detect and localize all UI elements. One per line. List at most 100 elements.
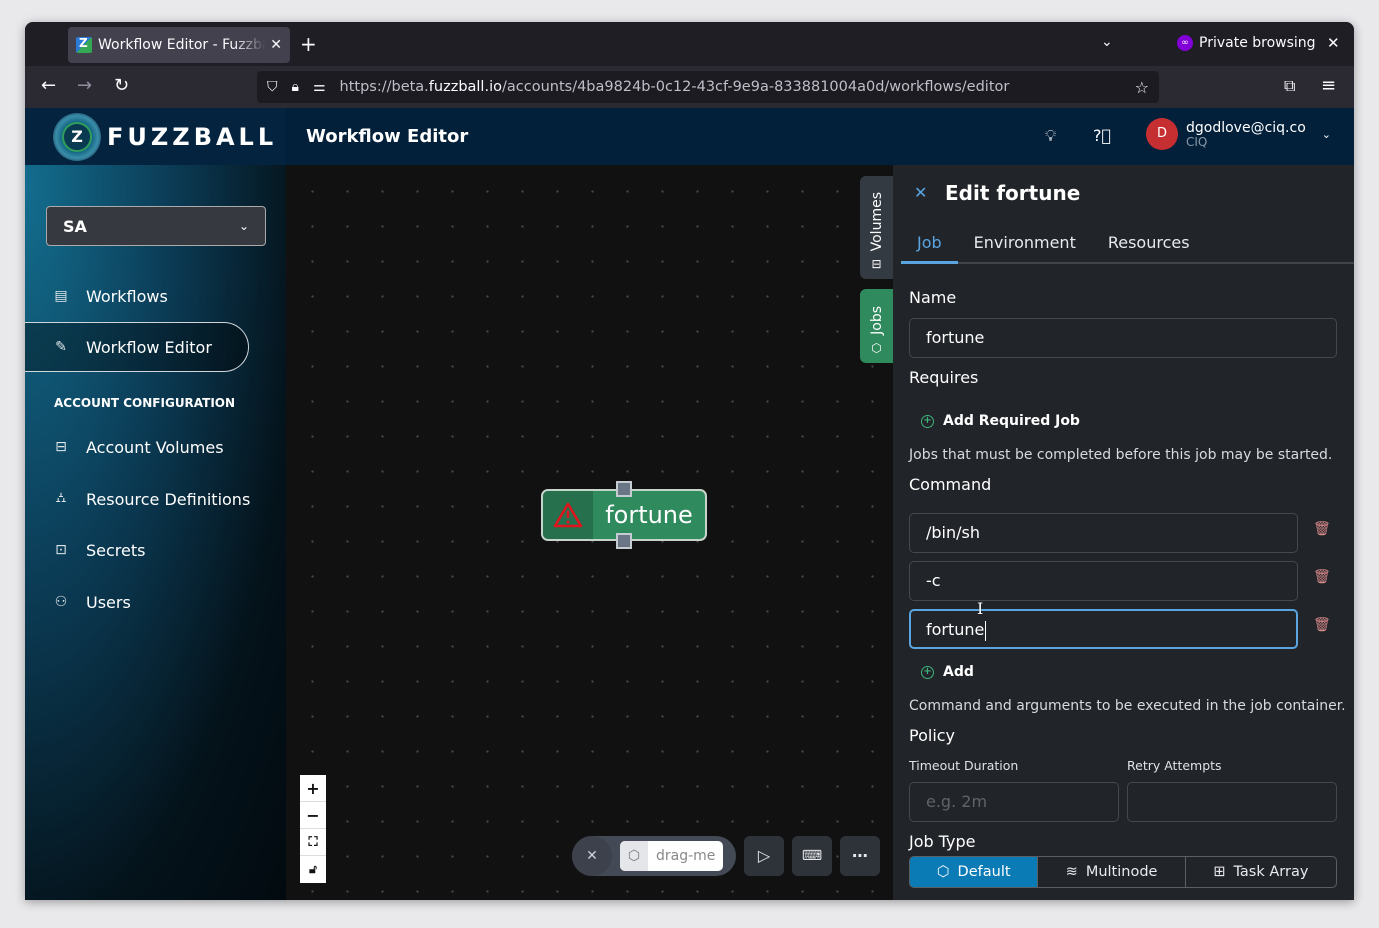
workflow-canvas[interactable]: fortune + − ⛶ 🔓︎ ✕ ⬡ drag-me ▷ ⌨ ⋯ Volum… [286,165,893,900]
trash-icon[interactable]: 🗑︎ [1313,569,1331,585]
edit-job-panel: ✕ Edit fortune Job Environment Resources… [893,165,1354,900]
chevron-down-icon: ⌄ [1321,127,1331,141]
job-type-default[interactable]: ⬡ Default [910,857,1039,887]
shield-icon[interactable]: ⛉ [267,79,278,95]
drag-me-node[interactable]: ⬡ drag-me [620,841,724,871]
private-browsing-label: Private browsing [1199,35,1316,51]
sidebar-item-workflows[interactable]: ▤ Workflows [25,271,167,321]
section-title-account-configuration: ACCOUNT CONFIGURATION [54,396,236,410]
sidebar: Z FUZZBALL SA ⌄ ▤ Workflows ✎ Workflow E… [25,108,286,900]
retry-attempts-input[interactable]: ▲ ▼ [1127,782,1337,822]
tab-list-chevron-down-icon[interactable]: ⌄ [1101,34,1113,50]
tab-close-icon[interactable]: ✕ [270,37,282,53]
command-arg-input[interactable]: /bin/sh [909,513,1298,553]
page-title: Workflow Editor [306,126,469,147]
logo-mark-letter: Z [62,121,92,152]
job-type-selector: ⬡ Default ≋ Multinode ⊞ Task Array [909,856,1337,888]
run-workflow-button[interactable]: ▷ [744,836,784,876]
browser-window: Workflow Editor - Fuzzball ✕ + ⌄ ∞ Priva… [25,22,1354,900]
node-input-handle[interactable] [616,481,632,497]
user-menu[interactable]: D dgodlove@ciq.co CIQ ⌄ [1146,118,1331,150]
command-arg-input[interactable]: -c [909,561,1298,601]
sidebar-item-account-volumes[interactable]: ⊟ Account Volumes [25,422,223,472]
command-help-text: Command and arguments to be executed in … [909,698,1346,714]
url-bar[interactable]: ⛉ 🔒︎ ⚌ https://beta.fuzzball.io/accounts… [257,71,1159,103]
command-label: Command [909,475,992,494]
tab-volumes[interactable]: Volumes ⊟ [860,176,893,279]
add-required-job-button[interactable]: + Add Required Job [921,413,1080,429]
trash-icon[interactable]: 🗑︎ [1313,521,1331,537]
sidebar-item-workflow-editor[interactable]: ✎ Workflow Editor [25,322,249,372]
tab-title: Workflow Editor - Fuzzball [98,37,267,53]
lock-toggle-button[interactable]: 🔓︎ [300,856,326,883]
extensions-icon[interactable]: ⧉ [1284,76,1295,96]
browser-tab[interactable]: Workflow Editor - Fuzzball ✕ [68,27,290,63]
fit-view-button[interactable]: ⛶ [300,829,326,856]
node-output-handle[interactable] [616,533,632,549]
lightbulb-icon[interactable]: 💡︎ [1045,126,1056,146]
users-icon: ⚇ [54,594,68,610]
retry-label: Retry Attempts [1127,758,1222,773]
logo[interactable]: Z FUZZBALL [25,108,286,165]
private-mask-icon: ∞ [1177,35,1193,51]
close-palette-button[interactable]: ✕ [572,836,612,876]
lock-icon[interactable]: 🔒︎ [292,79,299,95]
zoom-in-button[interactable]: + [300,775,326,802]
timeout-input[interactable]: e.g. 2m [909,782,1119,822]
list-icon: ▤ [54,288,68,304]
name-input[interactable]: fortune [909,318,1337,358]
panel-title: Edit fortune [945,181,1081,205]
tab-job[interactable]: Job [901,224,958,264]
add-command-arg-button[interactable]: + Add [921,664,974,680]
command-arg-input-focused[interactable]: fortune [909,609,1298,649]
more-options-button[interactable]: ⋯ [840,836,880,876]
sidebar-item-label: Secrets [86,540,146,560]
job-type-label: Default [957,864,1011,880]
zoom-out-button[interactable]: − [300,802,326,829]
bookmark-star-icon[interactable]: ☆ [1135,78,1149,97]
grid-icon: ⊞ [1213,864,1226,880]
sidebar-item-secrets[interactable]: ⊡ Secrets [25,525,145,575]
name-label: Name [909,288,957,307]
url-text[interactable]: https://beta.fuzzball.io/accounts/4ba982… [340,79,1135,95]
fuzzball-app: Z FUZZBALL SA ⌄ ▤ Workflows ✎ Workflow E… [25,108,1354,900]
user-email: dgodlove@ciq.co [1186,120,1306,136]
back-arrow-icon[interactable]: ← [41,76,56,96]
add-required-job-label: Add Required Job [943,413,1080,429]
warning-icon [543,491,593,539]
user-org: CIQ [1186,135,1208,149]
tab-resources[interactable]: Resources [1092,224,1206,264]
tab-jobs[interactable]: Jobs ⬡ [860,289,893,363]
job-type-label: Task Array [1233,864,1309,880]
account-select[interactable]: SA ⌄ [46,206,266,246]
add-circle-icon: + [921,665,934,679]
close-panel-icon[interactable]: ✕ [914,183,927,202]
keyboard-shortcuts-button[interactable]: ⌨ [792,836,832,876]
text-caret [985,620,987,641]
reload-icon[interactable]: ↻ [114,76,129,96]
sidebar-item-users[interactable]: ⚇ Users [25,577,131,627]
account-select-value: SA [63,216,87,236]
drive-icon: ⊟ [55,439,67,455]
job-type-task-array[interactable]: ⊞ Task Array [1186,857,1336,887]
new-tab-plus-icon[interactable]: + [300,34,317,54]
help-icon[interactable]: ?⃝ [1093,126,1111,145]
sidebar-item-resource-definitions[interactable]: ⛼ Resource Definitions [25,474,251,524]
text-cursor-icon: I [977,599,984,618]
permissions-icon[interactable]: ⚌ [313,79,326,95]
secret-icon: ⊡ [55,542,67,558]
trash-icon[interactable]: 🗑︎ [1313,617,1331,633]
forward-arrow-icon[interactable]: → [77,76,92,96]
command-arg-value: fortune [926,620,985,639]
job-type-multinode[interactable]: ≋ Multinode [1038,857,1186,887]
fuzzball-logo-icon: Z [53,112,101,161]
policy-label: Policy [909,726,956,745]
logo-text: FUZZBALL [107,122,278,151]
job-node-fortune[interactable]: fortune [541,481,707,549]
tab-environment[interactable]: Environment [958,224,1092,264]
drag-me-label: drag-me [656,848,716,864]
window-close-icon[interactable]: ✕ [1327,34,1340,52]
menu-hamburger-icon[interactable]: ≡ [1321,76,1336,96]
cube-icon: ⬡ [936,864,950,880]
fuzzball-favicon-icon [76,36,92,53]
